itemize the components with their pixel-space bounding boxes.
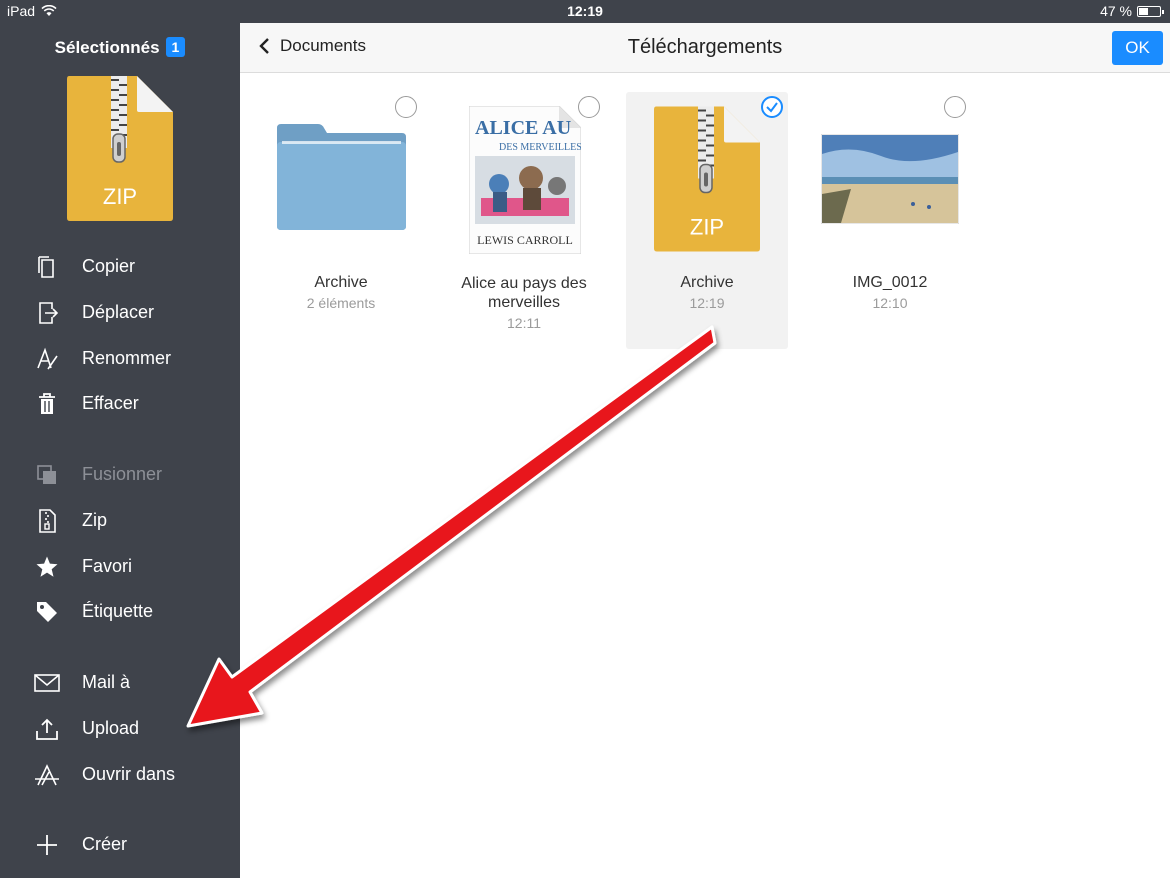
menu-create[interactable]: Créer — [0, 825, 240, 865]
select-checkbox[interactable] — [395, 96, 417, 118]
select-checkbox[interactable] — [944, 96, 966, 118]
zip-icon — [34, 509, 60, 533]
file-name: Archive — [314, 274, 368, 291]
file-item-alice[interactable]: ALICE AU DES MERVEILLES LEWIS CARROLL Al… — [443, 92, 605, 349]
menu-mail-label: Mail à — [82, 672, 131, 692]
svg-text:ALICE AU: ALICE AU — [475, 117, 571, 139]
battery-percent: 47 % — [1100, 3, 1132, 19]
actions-sidebar: Sélectionnés 1 ZIP Copier Déplacer Renom… — [0, 23, 240, 878]
file-name: Alice au pays des merveilles — [461, 275, 587, 311]
book-cover-thumbnail: ALICE AU DES MERVEILLES LEWIS CARROLL — [469, 106, 581, 254]
plus-icon — [34, 833, 60, 857]
folder-icon — [277, 124, 406, 230]
menu-merge-label: Fusionner — [82, 464, 163, 484]
menu-create-label: Créer — [82, 834, 128, 854]
file-meta: 2 éléments — [306, 295, 376, 311]
menu-merge[interactable]: Fusionner — [0, 455, 240, 495]
tag-icon — [34, 600, 60, 624]
status-right: 47 % — [1100, 3, 1164, 19]
selected-zip-icon: ZIP — [67, 76, 173, 221]
selection-count-badge: 1 — [165, 37, 186, 57]
menu-move[interactable]: Déplacer — [0, 293, 240, 333]
menu-delete-label: Effacer — [82, 393, 139, 413]
file-meta: 12:11 — [507, 315, 541, 331]
menu-copy-label: Copier — [82, 256, 136, 276]
navigation-bar: Documents Téléchargements OK — [240, 23, 1170, 73]
menu-rename-label: Renommer — [82, 348, 172, 368]
file-item-archive-zip[interactable]: ZIP Archive 12:19 — [626, 92, 788, 349]
selection-header: Sélectionnés 1 — [0, 37, 240, 58]
menu-mail[interactable]: Mail à — [0, 663, 240, 703]
image-thumbnail — [821, 134, 959, 224]
merge-icon — [34, 463, 60, 487]
menu-tag-label: Étiquette — [82, 601, 154, 621]
svg-text:ZIP: ZIP — [103, 184, 137, 209]
menu-delete[interactable]: Effacer — [0, 384, 240, 424]
svg-text:DES MERVEILLES: DES MERVEILLES — [499, 142, 581, 153]
ok-button[interactable]: OK — [1112, 31, 1163, 65]
menu-open-in-label: Ouvrir dans — [82, 764, 176, 784]
menu-upload-label: Upload — [82, 718, 140, 738]
zip-file-icon: ZIP — [654, 106, 760, 252]
file-name: IMG_0012 — [852, 274, 928, 291]
menu-copy[interactable]: Copier — [0, 247, 240, 287]
menu-rename[interactable]: Renommer — [0, 339, 240, 379]
file-item-img-0012[interactable]: IMG_0012 12:10 — [809, 92, 971, 349]
svg-text:LEWIS CARROLL: LEWIS CARROLL — [477, 233, 573, 247]
selection-title: Sélectionnés — [54, 38, 160, 57]
file-name: Archive — [680, 274, 734, 291]
menu-favorite[interactable]: Favori — [0, 547, 240, 587]
trash-icon — [34, 392, 60, 416]
mail-icon — [34, 671, 60, 695]
battery-icon — [1137, 5, 1164, 17]
file-meta: 12:19 — [689, 295, 725, 311]
menu-move-label: Déplacer — [82, 302, 155, 322]
file-meta: 12:10 — [872, 295, 908, 311]
battery-level — [1139, 7, 1149, 15]
select-checkbox[interactable] — [578, 96, 600, 118]
open-in-icon — [34, 763, 60, 787]
copy-icon — [34, 255, 60, 279]
upload-icon — [34, 717, 60, 741]
star-icon — [34, 555, 60, 579]
checkmark-icon — [766, 102, 778, 113]
menu-upload[interactable]: Upload — [0, 709, 240, 749]
rename-icon — [34, 347, 60, 371]
svg-text:ZIP: ZIP — [690, 215, 724, 240]
page-title: Téléchargements — [627, 36, 783, 58]
file-item-archive-folder[interactable]: Archive 2 éléments — [260, 92, 422, 349]
menu-favorite-label: Favori — [82, 556, 133, 576]
select-checkbox-checked[interactable] — [761, 96, 783, 118]
menu-zip-label: Zip — [82, 510, 108, 530]
status-bar: iPad 12:19 47 % — [0, 0, 1170, 23]
menu-zip[interactable]: Zip — [0, 501, 240, 541]
status-time: 12:19 — [567, 3, 603, 19]
menu-tag[interactable]: Étiquette — [0, 592, 240, 632]
move-icon — [34, 301, 60, 325]
menu-open-in[interactable]: Ouvrir dans — [0, 755, 240, 795]
